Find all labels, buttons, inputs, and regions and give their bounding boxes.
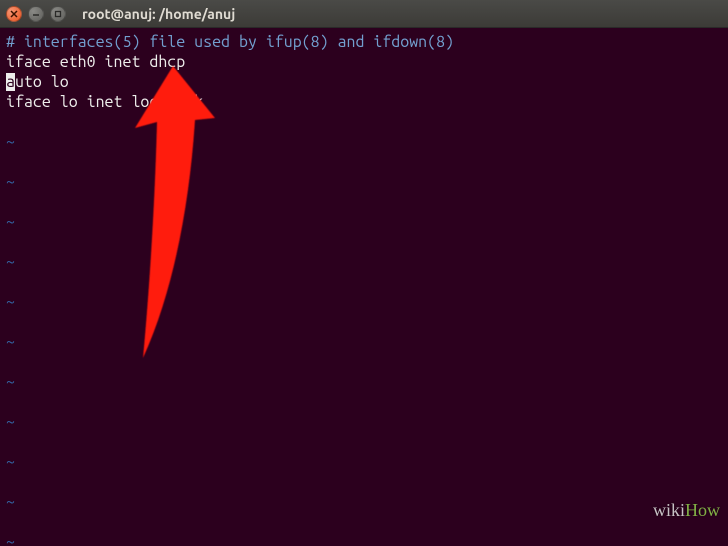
vim-tilde: ~	[6, 173, 15, 191]
titlebar[interactable]: root@anuj: /home/anuj	[0, 0, 728, 28]
terminal-window: root@anuj: /home/anuj # interfaces(5) fi…	[0, 0, 728, 546]
vim-tilde: ~	[6, 373, 15, 391]
vim-tilde: ~	[6, 493, 15, 511]
close-icon	[10, 10, 18, 18]
window-title: root@anuj: /home/anuj	[82, 6, 235, 22]
watermark-how: How	[685, 500, 720, 520]
vim-tilde: ~	[6, 213, 15, 231]
vim-tilde: ~	[6, 293, 15, 311]
config-line-iface-lo: iface lo inet loopback	[6, 93, 203, 111]
minimize-button[interactable]	[28, 6, 44, 22]
comment-line: # interfaces(5) file used by ifup(8) and…	[6, 33, 454, 51]
config-line-auto-lo: uto lo	[15, 73, 69, 91]
vim-tilde: ~	[6, 253, 15, 271]
minimize-icon	[32, 10, 40, 18]
maximize-icon	[54, 10, 62, 18]
config-line-iface-eth0: iface eth0 inet dhcp	[6, 53, 185, 71]
maximize-button[interactable]	[50, 6, 66, 22]
vim-tilde: ~	[6, 413, 15, 431]
cursor: a	[6, 73, 15, 91]
close-button[interactable]	[6, 6, 22, 22]
vim-tilde: ~	[6, 533, 15, 546]
watermark-wiki: wiki	[653, 500, 685, 520]
vim-tilde: ~	[6, 333, 15, 351]
vim-tilde: ~	[6, 133, 15, 151]
terminal-content[interactable]: # interfaces(5) file used by ifup(8) and…	[0, 28, 728, 546]
window-controls	[6, 6, 66, 22]
vim-tilde: ~	[6, 453, 15, 471]
watermark: wikiHow	[626, 480, 720, 540]
